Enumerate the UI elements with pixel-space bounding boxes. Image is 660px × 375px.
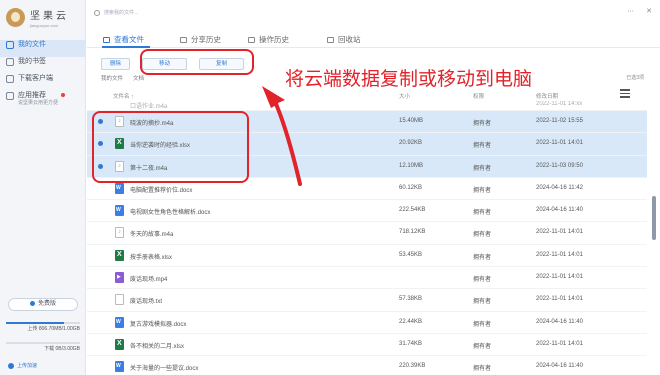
annotation-arrow bbox=[262, 86, 302, 186]
app-window: 坚果云 jianguoyun.com 我的文件 我的书签 下载客户端 应用推荐 bbox=[0, 0, 660, 375]
